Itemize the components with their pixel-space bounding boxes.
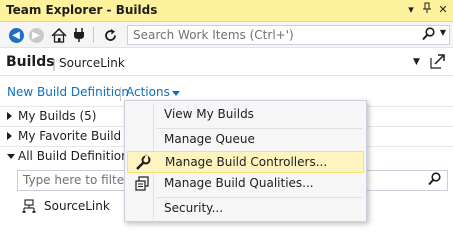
new-build-definition-link[interactable]: New Build Definition: [7, 85, 129, 99]
navigate-icon[interactable]: [430, 53, 446, 69]
actions-link[interactable]: Actions: [126, 85, 170, 99]
menu-item-label: Security...: [164, 201, 224, 215]
menu-item-label: Manage Queue: [164, 132, 255, 146]
search-icon[interactable]: [428, 172, 441, 189]
expand-arrow-icon[interactable]: [7, 132, 12, 140]
back-icon: ◀: [8, 27, 24, 43]
pin-icon[interactable]: [420, 2, 434, 18]
close-icon[interactable]: ✕: [436, 2, 450, 18]
connect-button[interactable]: [70, 26, 88, 44]
actions-menu: View My Builds Manage Queue Manage Build…: [124, 100, 367, 222]
menu-item-label: View My Builds: [164, 107, 254, 121]
chevron-down-icon[interactable]: ▼: [413, 57, 420, 67]
menu-item-manage-queue[interactable]: Manage Queue: [127, 129, 364, 151]
search-work-items-input[interactable]: Search Work Items (Ctrl+') ▼: [127, 25, 450, 45]
search-dropdown-icon[interactable]: ▼: [440, 28, 446, 37]
actions-caret-icon[interactable]: [172, 91, 180, 96]
wrench-icon: [135, 155, 151, 171]
home-icon: [51, 27, 67, 43]
menu-item-label: Manage Build Qualities...: [164, 176, 314, 190]
page-title: Builds: [6, 54, 55, 70]
menu-item-manage-build-controllers[interactable]: Manage Build Controllers...: [127, 151, 364, 173]
toolbar: ◀ ▶ Search Work Items (Ctrl+') ▼: [0, 22, 453, 48]
toolbar-separator: [93, 27, 94, 43]
build-definition-label: SourceLink: [44, 199, 110, 213]
forward-icon: ▶: [28, 27, 44, 43]
connect-icon: [74, 28, 84, 42]
expand-arrow-icon[interactable]: [7, 112, 12, 120]
home-button[interactable]: [50, 26, 68, 44]
menu-item-manage-build-qualities[interactable]: Manage Build Qualities...: [127, 173, 364, 195]
qualities-icon: [134, 176, 150, 192]
tree-node-label: My Builds (5): [18, 109, 97, 123]
links-separator: [120, 87, 121, 101]
refresh-button[interactable]: [101, 26, 119, 44]
collapse-arrow-icon[interactable]: [7, 154, 15, 159]
menu-item-label: Manage Build Controllers...: [165, 155, 328, 169]
search-icon[interactable]: [422, 27, 435, 44]
page-header: Builds | SourceLink ▼: [0, 48, 453, 76]
title-bar: Team Explorer - Builds ▾ ✕: [0, 0, 453, 22]
dropdown-icon[interactable]: ▾: [404, 2, 418, 18]
window-title: Team Explorer - Builds: [6, 3, 158, 17]
build-definition-icon: [22, 199, 36, 213]
refresh-icon: [104, 28, 116, 41]
page-subtitle: SourceLink: [59, 56, 125, 70]
menu-item-view-my-builds[interactable]: View My Builds: [127, 104, 364, 126]
title-separator: |: [52, 57, 57, 71]
back-button[interactable]: ◀: [7, 26, 25, 44]
search-placeholder: Search Work Items (Ctrl+'): [133, 28, 294, 42]
tree-node-label: All Build Definitions: [18, 149, 135, 163]
menu-item-security[interactable]: Security...: [127, 198, 364, 220]
forward-button[interactable]: ▶: [27, 26, 45, 44]
